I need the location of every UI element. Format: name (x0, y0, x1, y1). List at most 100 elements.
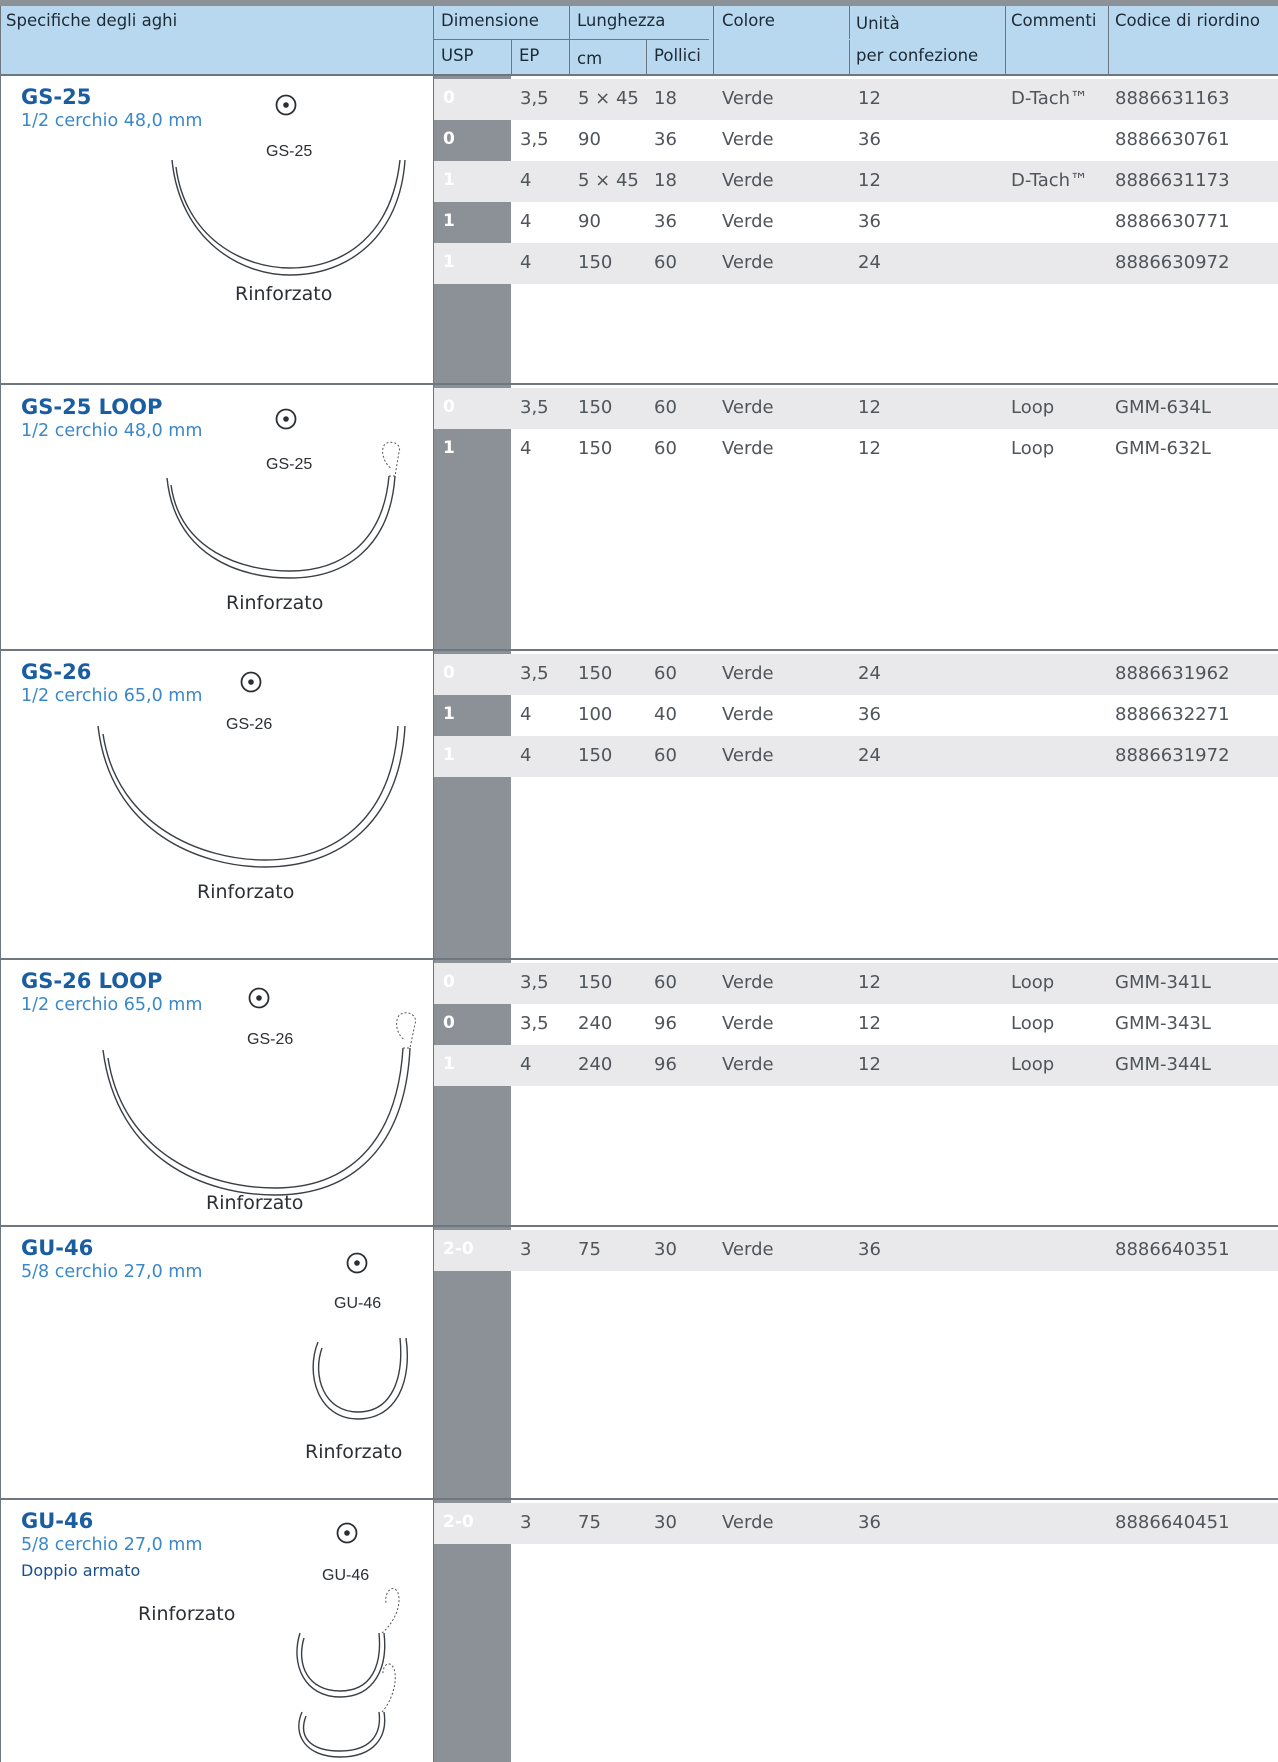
cell-color: Verde (722, 438, 774, 459)
needle-note: Rinforzato (197, 881, 295, 903)
cell-cm: 75 (578, 1239, 601, 1260)
needle-subtitle: 5/8 cerchio 27,0 mm (21, 1262, 203, 1282)
needle-code: GU-46 (322, 1567, 370, 1584)
cell-color: Verde (722, 129, 774, 150)
cell-cm: 100 (578, 704, 613, 725)
cell-units: 12 (858, 1054, 881, 1075)
section-separator (0, 74, 1278, 76)
cell-units: 36 (858, 1239, 881, 1260)
cell-inch: 60 (654, 663, 677, 684)
table-row: 1 4 150 60 Verde 24 8886631972 (434, 736, 1278, 777)
cell-color: Verde (722, 745, 774, 766)
cell-comment: Loop (1011, 397, 1055, 418)
header-per-confezione: per confezione (856, 46, 979, 65)
cell-ep: 3,5 (520, 663, 549, 684)
table-row: 0 3,5 5 × 45 18 Verde 12 D-Tach™ 8886631… (434, 79, 1278, 120)
taper-point-icon (275, 94, 297, 116)
cell-ep: 4 (520, 1054, 532, 1075)
table-row: 0 3,5 240 96 Verde 12 Loop GMM-343L (434, 1004, 1278, 1045)
cell-usp: 0 (443, 972, 455, 992)
cell-inch: 40 (654, 704, 677, 725)
divider (433, 39, 709, 40)
cell-cm: 90 (578, 129, 601, 150)
header-lunghezza: Lunghezza (577, 11, 666, 30)
cell-inch: 30 (654, 1512, 677, 1533)
cell-units: 24 (858, 252, 881, 273)
cell-inch: 18 (654, 170, 677, 191)
cell-ep: 3,5 (520, 88, 549, 109)
cell-usp: 1 (443, 704, 455, 724)
cell-units: 36 (858, 1512, 881, 1533)
needle-title: GS-26 (21, 660, 92, 684)
cell-color: Verde (722, 88, 774, 109)
cell-color: Verde (722, 1512, 774, 1533)
cell-color: Verde (722, 252, 774, 273)
needle-drawing (296, 1588, 400, 1758)
cell-code: 8886630771 (1115, 211, 1230, 232)
header-dimensione: Dimensione (441, 11, 539, 30)
cell-inch: 18 (654, 88, 677, 109)
cell-code: GMM-343L (1115, 1013, 1211, 1034)
cell-usp: 2-0 (443, 1239, 474, 1259)
cell-cm: 75 (578, 1512, 601, 1533)
cell-code: 8886631972 (1115, 745, 1230, 766)
cell-usp: 1 (443, 745, 455, 765)
cell-ep: 4 (520, 252, 532, 273)
table-row: 1 4 5 × 45 18 Verde 12 D-Tach™ 888663117… (434, 161, 1278, 202)
taper-point-icon (240, 671, 262, 693)
cell-code: 8886631962 (1115, 663, 1230, 684)
header-colore: Colore (722, 11, 775, 30)
cell-comment: Loop (1011, 1013, 1055, 1034)
needle-title: GS-26 LOOP (21, 969, 163, 993)
cell-code: GMM-341L (1115, 972, 1211, 993)
taper-point-icon (248, 987, 270, 1009)
cell-inch: 60 (654, 252, 677, 273)
table-row: 0 3,5 150 60 Verde 12 Loop GMM-341L (434, 963, 1278, 1004)
cell-usp: 1 (443, 1054, 455, 1074)
cell-code: 8886631173 (1115, 170, 1230, 191)
cell-inch: 60 (654, 397, 677, 418)
cell-comment: Loop (1011, 1054, 1055, 1075)
cell-usp: 1 (443, 438, 455, 458)
divider (433, 6, 434, 74)
cell-inch: 96 (654, 1013, 677, 1034)
cell-cm: 150 (578, 397, 613, 418)
needle-code: GU-46 (334, 1295, 382, 1312)
table-row: 1 4 90 36 Verde 36 8886630771 (434, 202, 1278, 243)
needle-drawing (102, 1012, 416, 1196)
cell-usp: 0 (443, 1013, 455, 1033)
cell-inch: 60 (654, 972, 677, 993)
cell-code: 8886640351 (1115, 1239, 1230, 1260)
cell-ep: 4 (520, 170, 532, 191)
cell-ep: 4 (520, 704, 532, 725)
divider (646, 39, 647, 74)
header-spec: Specifiche degli aghi (6, 11, 178, 30)
needle-subtitle: 5/8 cerchio 27,0 mm (21, 1535, 203, 1555)
cell-usp: 2-0 (443, 1512, 474, 1532)
cell-cm: 150 (578, 252, 613, 273)
column-divider (433, 74, 434, 1762)
cell-cm: 5 × 45 (578, 88, 639, 109)
cell-code: GMM-634L (1115, 397, 1211, 418)
needle-title: GS-25 LOOP (21, 395, 163, 419)
needle-subtitle: 1/2 cerchio 48,0 mm (21, 111, 203, 131)
needle-drawing (312, 1337, 409, 1420)
needle-extra: Doppio armato (21, 1561, 141, 1580)
taper-point-icon (275, 408, 297, 430)
needle-subtitle: 1/2 cerchio 65,0 mm (21, 686, 203, 706)
header-usp: USP (441, 46, 474, 65)
cell-color: Verde (722, 1239, 774, 1260)
cell-inch: 60 (654, 745, 677, 766)
cell-units: 12 (858, 397, 881, 418)
section-separator (0, 958, 1278, 960)
table-row: 2-0 3 75 30 Verde 36 8886640351 (434, 1230, 1278, 1271)
cell-units: 24 (858, 745, 881, 766)
header-codice: Codice di riordino (1115, 11, 1261, 30)
header-pollici: Pollici (654, 46, 701, 65)
cell-cm: 240 (578, 1013, 613, 1034)
cell-color: Verde (722, 1013, 774, 1034)
divider (1005, 6, 1006, 74)
cell-color: Verde (722, 704, 774, 725)
needle-note: Rinforzato (206, 1192, 304, 1214)
cell-code: 8886630972 (1115, 252, 1230, 273)
